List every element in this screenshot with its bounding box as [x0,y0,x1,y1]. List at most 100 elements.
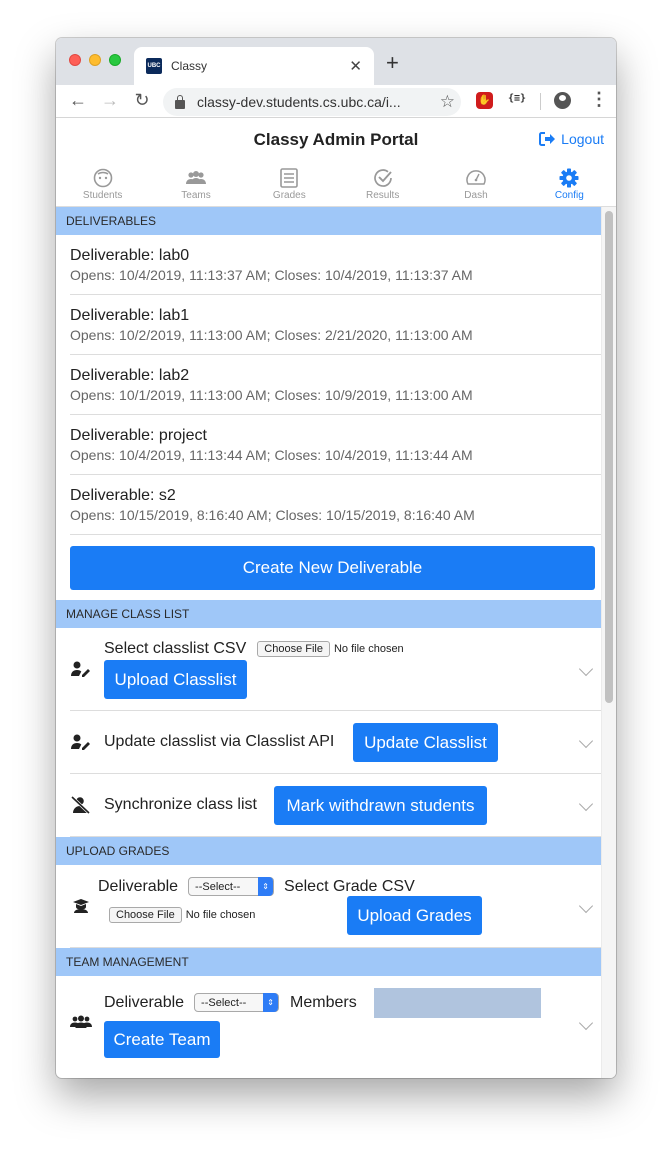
upload-classlist-row: Select classlist CSV Choose File No file… [70,628,601,711]
config-panel: DELIVERABLES Deliverable: lab0 Opens: 10… [56,207,601,1076]
create-team-row: Deliverable --Select-- ⇕ Members Create … [70,976,601,1076]
window-maximize-button[interactable] [109,54,121,66]
grades-select-line: Deliverable --Select-- ⇕ Select Grade CS… [98,877,415,896]
deliverable-dates: Opens: 10/4/2019, 11:13:37 AM; Closes: 1… [70,267,473,283]
reload-icon[interactable]: ↻ [131,90,153,111]
create-deliverable-button[interactable]: Create New Deliverable [70,546,595,590]
tab-teams[interactable]: Teams [149,162,242,206]
check-circle-icon [372,167,394,189]
deliverable-name: Deliverable: lab0 [70,247,190,264]
address-bar[interactable]: classy-dev.students.cs.ubc.ca/i... ☆ [163,88,461,116]
grades-choose-file-button[interactable]: Choose File [109,907,182,923]
logout-link[interactable]: Logout [539,131,604,147]
deliverable-name: Deliverable: project [70,427,207,444]
synchronize-classlist-row: Synchronize class list Mark withdrawn st… [70,774,601,837]
people-icon [185,167,207,189]
gear-icon [558,167,580,189]
chevron-down-icon[interactable] [578,661,594,677]
grades-file-line: Choose File No file chosen [109,907,255,923]
back-arrow-icon[interactable]: ← [67,90,89,111]
bookmark-star-icon[interactable]: ☆ [440,92,455,112]
team-deliverable-select[interactable]: --Select-- ⇕ [194,993,280,1012]
create-team-button[interactable]: Create Team [104,1021,220,1058]
tab-grades[interactable]: Grades [243,162,336,206]
grades-no-file-text: No file chosen [185,909,256,921]
users-icon [70,1015,92,1029]
deliverable-name: Deliverable: lab1 [70,307,190,324]
graduation-cap-icon [70,898,92,914]
classlist-file-line: Select classlist CSV Choose File No file… [104,640,404,658]
browser-tab[interactable]: UBC Classy ✕ [134,47,374,85]
chevron-down-icon[interactable] [578,733,594,749]
scrollbar-track[interactable] [601,207,616,1078]
classlist-api-label: Update classlist via Classlist API [104,733,335,750]
json-extension-icon[interactable]: {≡} [508,93,526,104]
grades-deliverable-label: Deliverable [98,877,179,895]
classlist-choose-file-button[interactable]: Choose File [257,641,330,657]
logout-icon [539,132,556,146]
main-content: DELIVERABLES Deliverable: lab0 Opens: 10… [56,207,616,1078]
nav-tabs: Students Teams Grades Results Dash Confi… [56,162,616,207]
deliverable-dates: Opens: 10/15/2019, 8:16:40 AM; Closes: 1… [70,507,475,523]
tab-config[interactable]: Config [523,162,616,206]
upload-classlist-button[interactable]: Upload Classlist [104,660,247,699]
tab-results[interactable]: Results [336,162,429,206]
deliverable-name: Deliverable: lab2 [70,367,190,384]
members-input[interactable] [374,988,541,1018]
tab-label: Config [554,190,584,201]
tab-label: Students [82,190,123,201]
deliverable-dates: Opens: 10/2/2019, 11:13:00 AM; Closes: 2… [70,327,473,343]
deliverables-header: DELIVERABLES [56,207,601,235]
deliverable-item[interactable]: Deliverable: lab2 Opens: 10/1/2019, 11:1… [70,355,601,415]
tab-close-icon[interactable]: ✕ [349,57,362,75]
deliverable-item[interactable]: Deliverable: s2 Opens: 10/15/2019, 8:16:… [70,475,601,535]
tab-title: Classy [171,59,208,73]
app-header: Classy Admin Portal Logout [56,118,616,162]
chevron-down-icon[interactable] [578,796,594,812]
upload-grades-button[interactable]: Upload Grades [347,896,482,935]
user-edit-icon [70,734,92,750]
classlist-no-file-text: No file chosen [333,643,404,655]
mark-withdrawn-button[interactable]: Mark withdrawn students [274,786,487,825]
deliverable-item[interactable]: Deliverable: project Opens: 10/4/2019, 1… [70,415,601,475]
deliverable-dates: Opens: 10/1/2019, 11:13:00 AM; Closes: 1… [70,387,473,403]
scrollbar-thumb[interactable] [605,211,613,703]
update-classlist-button[interactable]: Update Classlist [353,723,498,762]
upload-grades-row: Deliverable --Select-- ⇕ Select Grade CS… [70,865,601,948]
select-value: --Select-- [195,880,241,893]
browser-toolbar: ← → ↻ classy-dev.students.cs.ubc.ca/i...… [56,85,616,118]
grade-csv-label: Select Grade CSV [284,877,415,895]
grades-deliverable-select[interactable]: --Select-- ⇕ [188,877,275,896]
chevron-down-icon[interactable] [578,1015,594,1031]
tab-label: Teams [181,190,211,201]
clipboard-icon [278,167,300,189]
tab-students[interactable]: Students [56,162,149,206]
window-close-button[interactable] [69,54,81,66]
ubc-favicon-icon: UBC [146,58,162,74]
user-edit-icon [70,661,92,677]
select-value: --Select-- [201,996,247,1009]
manage-class-list-header: MANAGE CLASS LIST [56,600,601,628]
lock-icon [175,94,185,109]
profile-avatar-icon[interactable] [554,92,571,109]
team-select-line: Deliverable --Select-- ⇕ Members [104,993,357,1012]
deliverable-item[interactable]: Deliverable: lab1 Opens: 10/2/2019, 11:1… [70,295,601,355]
window-minimize-button[interactable] [89,54,101,66]
tab-dash[interactable]: Dash [429,162,522,206]
logout-label: Logout [561,131,604,147]
upload-grades-header: UPLOAD GRADES [56,837,601,865]
new-tab-icon[interactable]: + [386,50,399,76]
page-title: Classy Admin Portal [253,130,419,149]
deliverable-item[interactable]: Deliverable: lab0 Opens: 10/4/2019, 11:1… [70,235,601,295]
forward-arrow-icon[interactable]: → [99,90,121,111]
url-text: classy-dev.students.cs.ubc.ca/i... [197,94,401,110]
speedometer-icon [465,167,487,189]
adblock-extension-icon[interactable]: ✋ [476,92,493,109]
chevron-down-icon[interactable] [578,898,594,914]
synchronize-label: Synchronize class list [104,796,257,813]
select-arrows-icon: ⇕ [258,877,274,896]
menu-kebab-icon[interactable]: ⋮ [590,89,608,110]
user-slash-icon [70,796,92,814]
tab-strip: UBC Classy ✕ + [56,38,616,85]
tab-label: Results [365,190,400,201]
